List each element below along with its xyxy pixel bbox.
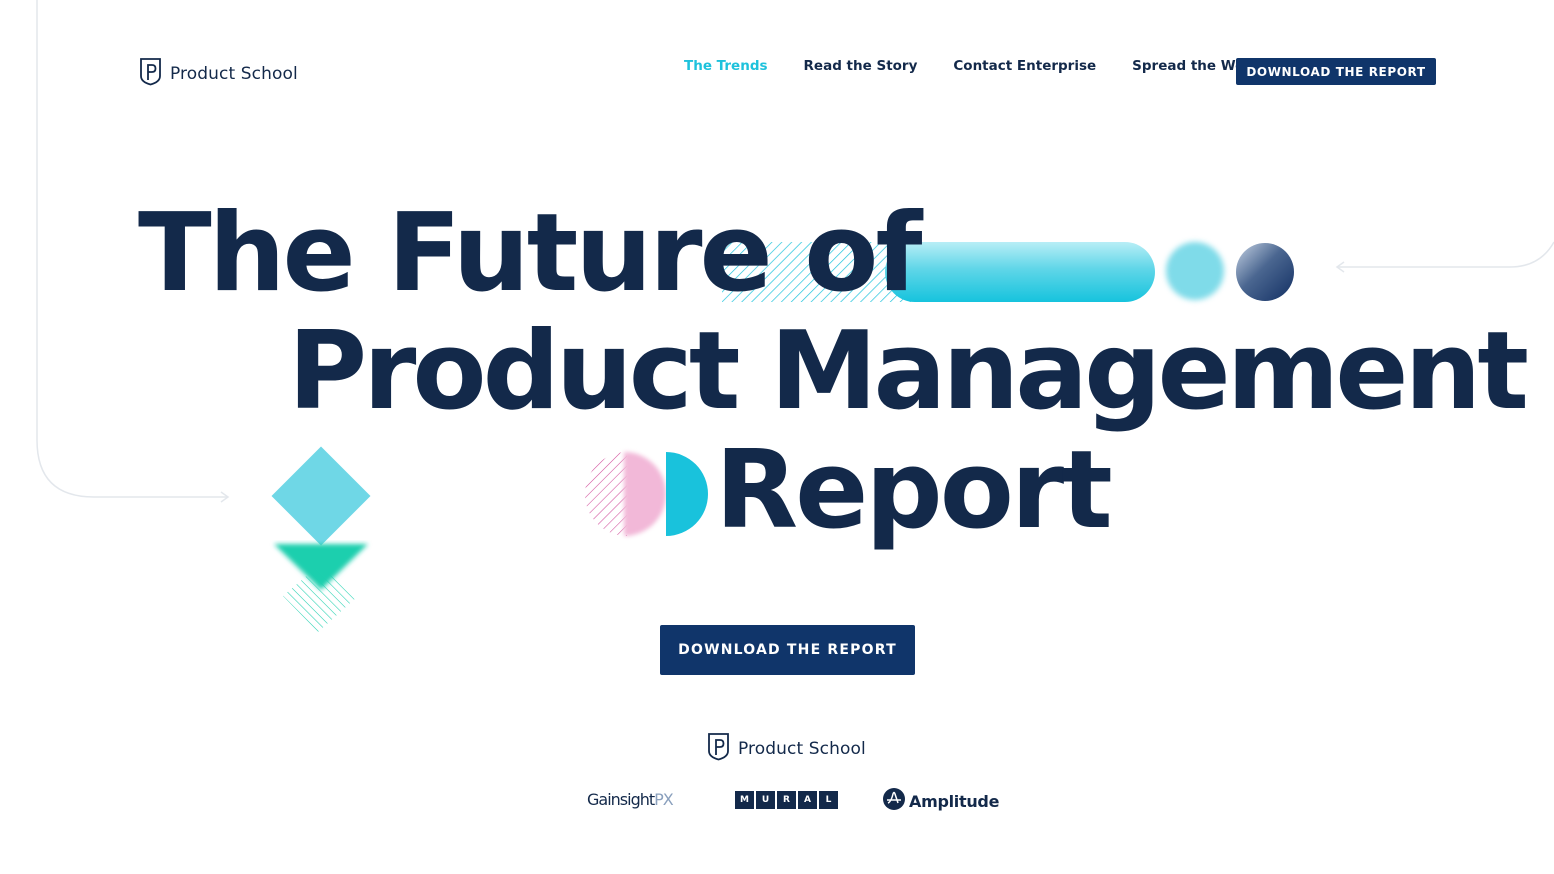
sponsor-product-school-text: Product School [738, 739, 866, 759]
hero-title-line-3: Report [715, 428, 1113, 553]
frame-line-right [1335, 241, 1554, 273]
nav-item-the-trends[interactable]: The Trends [684, 58, 768, 74]
main-nav: The Trends Read the Story Contact Enterp… [684, 58, 1297, 74]
header-download-button[interactable]: DOWNLOAD THE REPORT [1236, 58, 1436, 85]
nav-item-read-the-story[interactable]: Read the Story [804, 58, 918, 74]
hero-title-line-2: Product Management [288, 309, 1529, 434]
sponsor-product-school-logo: Product School [707, 732, 866, 766]
gainsight-px-suffix: PX [654, 790, 674, 809]
product-school-shield-icon [707, 732, 730, 766]
blurred-cyan-circle-decoration [1166, 242, 1224, 300]
cyan-diamond-decoration [271, 446, 371, 546]
navy-gradient-circle-decoration [1236, 243, 1294, 301]
header-logo-text: Product School [170, 64, 298, 84]
header-logo[interactable]: Product School [139, 57, 298, 91]
nav-item-contact-enterprise[interactable]: Contact Enterprise [953, 58, 1096, 74]
teal-hatched-diamond-decoration [283, 566, 358, 632]
amplitude-text: Amplitude [909, 792, 1000, 811]
mural-letter: L [819, 791, 838, 809]
mural-letter: R [777, 791, 796, 809]
mural-letter: A [798, 791, 817, 809]
gainsight-px-logo: GainsightPX [587, 790, 674, 809]
product-school-shield-icon [139, 57, 162, 91]
hero-download-button[interactable]: DOWNLOAD THE REPORT [660, 625, 915, 675]
amplitude-logo: Amplitude [883, 788, 999, 815]
cyan-semicircle-decoration [666, 452, 708, 536]
gainsight-text: Gainsight [587, 790, 655, 809]
mural-logo: M U R A L [735, 791, 838, 809]
hero-title-line-1: The Future of [138, 191, 922, 316]
amplitude-logo-icon [883, 788, 905, 815]
mural-letter: M [735, 791, 754, 809]
mural-letter: U [756, 791, 775, 809]
cyan-pill-decoration [885, 242, 1155, 302]
partner-logos: GainsightPX M U R A L Amplitude [587, 786, 999, 814]
